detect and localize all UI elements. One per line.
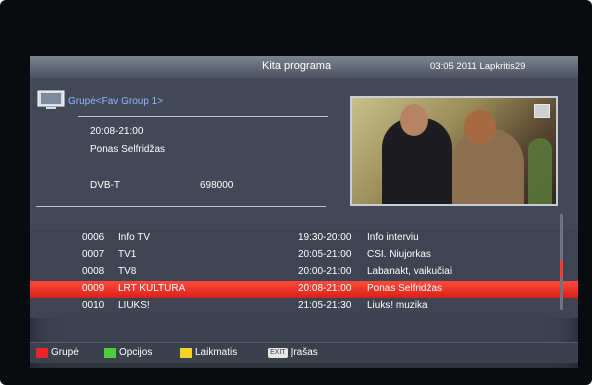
program-title: CSI. Niujorkas [367, 249, 431, 260]
channel-number: 0008 [82, 266, 105, 277]
program-time: 20:05-21:00 [298, 249, 352, 260]
channel-number: 0007 [82, 249, 105, 260]
green-key-label: Opcijos [119, 347, 153, 358]
channel-list[interactable]: 0006 Info TV 19:30-20:00 Info interviu 0… [30, 230, 578, 318]
event-time: 20:08-21:00 [90, 126, 144, 137]
channel-row[interactable]: 0008 TV8 20:00-21:00 Labanakt, vaikučiai [30, 264, 578, 281]
red-key-hint[interactable]: Grupė [36, 347, 79, 358]
channel-logo [534, 104, 550, 118]
program-time: 20:08-21:00 [298, 283, 352, 294]
tuner-type: DVB-T [90, 180, 120, 191]
exit-key-icon: EXIT [268, 347, 288, 358]
green-key-hint[interactable]: Opcijos [104, 347, 152, 358]
channel-row[interactable]: 0006 Info TV 19:30-20:00 Info interviu [30, 230, 578, 247]
program-title: Liuks! muzika [367, 300, 428, 311]
program-title: Labanakt, vaikučiai [367, 266, 453, 277]
current-datetime: 03:05 2011 Lapkritis29 [430, 61, 526, 72]
program-time: 21:05-21:30 [298, 300, 352, 311]
footer-bar: Grupė Opcijos Laikmatis EXIT Įrašas [30, 342, 578, 363]
program-time: 19:30-20:00 [298, 232, 352, 243]
scrollbar-thumb[interactable] [560, 260, 563, 278]
exit-key-label: Įrašas [290, 347, 318, 358]
red-key-icon [36, 347, 48, 358]
channel-number: 0009 [82, 283, 105, 294]
channel-row[interactable]: 0010 LIUKS! 21:05-21:30 Liuks! muzika [30, 298, 578, 315]
channel-name: TV1 [118, 249, 137, 260]
channel-number: 0010 [82, 300, 105, 311]
channel-name: TV8 [118, 266, 137, 277]
yellow-key-icon [180, 347, 192, 358]
event-name: Ponas Selfridžas [90, 144, 166, 155]
preview-figure [464, 110, 496, 144]
red-key-label: Grupė [51, 347, 79, 358]
channel-row-selected[interactable]: 0009 LRT KULTURA 20:08-21:00 Ponas Selfr… [30, 281, 578, 298]
tuner-frequency: 698000 [200, 180, 234, 191]
divider [78, 116, 328, 117]
list-scrollbar[interactable] [560, 214, 563, 310]
program-title: Ponas Selfridžas [367, 283, 443, 294]
group-label: Grupė<Fav Group 1> [68, 96, 164, 107]
channel-name: LRT KULTURA [118, 283, 186, 294]
divider [36, 206, 326, 207]
yellow-key-hint[interactable]: Laikmatis [180, 347, 237, 358]
program-time: 20:00-21:00 [298, 266, 352, 277]
channel-number: 0006 [82, 232, 105, 243]
yellow-key-label: Laikmatis [195, 347, 238, 358]
preview-plant [528, 138, 552, 204]
tv-frame: Kita programa 03:05 2011 Lapkritis29 Gru… [0, 0, 592, 385]
exit-key-hint[interactable]: EXIT Įrašas [268, 347, 318, 358]
header-bar: Kita programa 03:05 2011 Lapkritis29 [30, 56, 578, 79]
green-key-icon [104, 347, 116, 358]
channel-row[interactable]: 0007 TV1 20:05-21:00 CSI. Niujorkas [30, 247, 578, 264]
channel-name: Info TV [118, 232, 151, 243]
screen-title: Kita programa [262, 60, 332, 72]
tv-monitor-icon [37, 90, 65, 109]
epg-screen: Kita programa 03:05 2011 Lapkritis29 Gru… [30, 56, 578, 368]
video-preview [350, 96, 558, 206]
preview-figure [400, 104, 428, 136]
channel-name: LIUKS! [118, 300, 150, 311]
program-title: Info interviu [367, 232, 419, 243]
